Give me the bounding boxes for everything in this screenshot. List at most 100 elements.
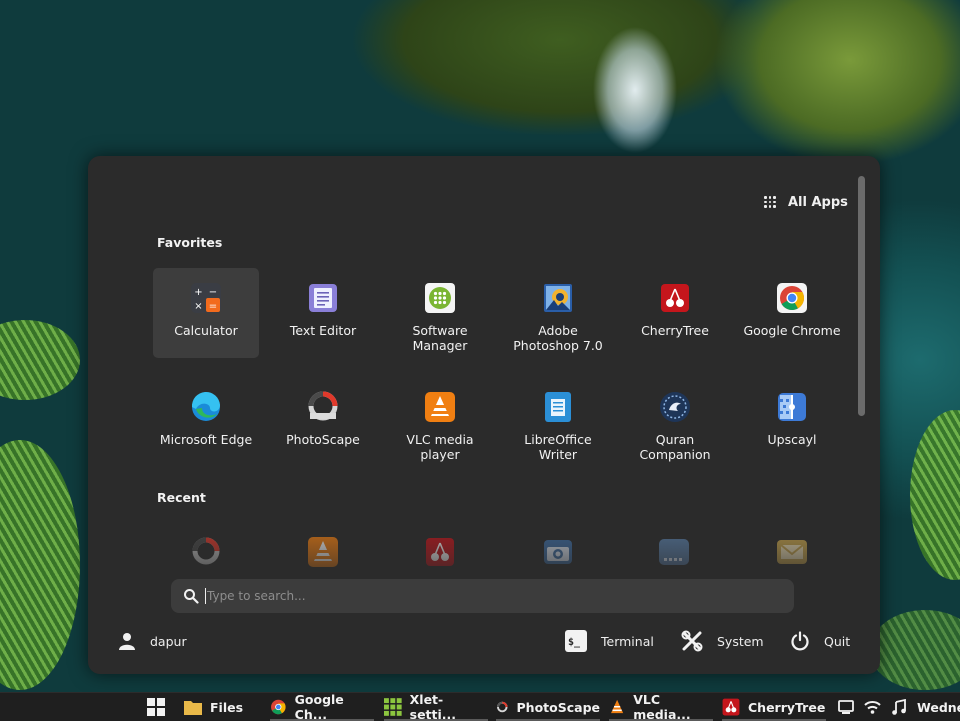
terminal-button[interactable]: $_ Terminal: [565, 628, 654, 654]
xlet-settings-icon: [384, 698, 402, 716]
tools-icon: [681, 630, 703, 652]
app-label: VLC media player: [406, 432, 474, 462]
quran-companion-icon: [660, 392, 690, 422]
app-label: Text Editor: [289, 323, 357, 338]
cherrytree-icon: [722, 698, 740, 716]
app-label: Calculator: [174, 323, 238, 338]
vlc-icon: [611, 699, 624, 714]
svg-text:=: =: [209, 301, 217, 312]
taskbar-item-label: Google Ch...: [294, 692, 344, 722]
app-label: Software Manager: [412, 323, 468, 353]
running-indicator: [609, 719, 713, 721]
taskbar-item-label: VLC media...: [633, 692, 691, 722]
photoscape-icon: [496, 701, 508, 713]
taskbar-item-label: Xlet-setti...: [409, 692, 457, 722]
grid-icon: [764, 196, 776, 208]
text-editor-icon: [309, 284, 337, 312]
fern-decoration: [870, 610, 960, 690]
fern-decoration: [910, 410, 960, 580]
system-button[interactable]: System: [681, 628, 764, 654]
app-software-manager[interactable]: Software Manager: [387, 268, 493, 358]
quit-label: Quit: [824, 633, 851, 649]
photoscape-icon[interactable]: [190, 536, 222, 568]
recent-heading: Recent: [157, 490, 206, 505]
libreoffice-writer-icon: [545, 392, 571, 422]
app-label: Quran Companion: [639, 432, 711, 462]
svg-text:+: +: [194, 287, 202, 298]
user-name: dapur: [150, 633, 187, 649]
running-indicator: [496, 719, 600, 721]
app-calculator[interactable]: + − × = Calculator: [153, 268, 259, 358]
system-label: System: [717, 633, 764, 649]
all-apps-button[interactable]: All Apps: [764, 192, 848, 212]
taskbar-item-label: PhotoScape: [516, 699, 600, 715]
app-label: Microsoft Edge: [159, 432, 253, 447]
all-apps-label: All Apps: [788, 194, 848, 210]
favorites-heading: Favorites: [157, 235, 223, 250]
vlc-icon: [425, 392, 455, 422]
tray-wifi[interactable]: [864, 697, 881, 717]
upscayl-icon: [778, 393, 806, 421]
app-microsoft-edge[interactable]: Microsoft Edge: [153, 377, 259, 467]
menu-launcher-button[interactable]: [146, 693, 166, 721]
running-indicator: [722, 719, 826, 721]
clock-label: Wedne: [917, 699, 960, 715]
app-google-chrome[interactable]: Google Chrome: [739, 268, 845, 358]
fern-decoration: [0, 320, 80, 400]
running-indicator: [270, 719, 374, 721]
music-icon: [892, 699, 906, 715]
taskbar-item-photoscape[interactable]: PhotoScape: [496, 693, 600, 721]
app-photoscape[interactable]: PhotoScape: [270, 377, 376, 467]
svg-text:$_: $_: [568, 637, 581, 648]
keyboard-icon[interactable]: [658, 536, 690, 568]
app-upscayl[interactable]: Upscayl: [739, 377, 845, 467]
quit-button[interactable]: Quit: [790, 628, 850, 654]
menu-scrollbar[interactable]: [858, 176, 865, 416]
app-label: Adobe Photoshop 7.0: [513, 323, 603, 353]
svg-text:−: −: [209, 287, 217, 298]
user-icon: [119, 633, 135, 650]
fern-decoration: [0, 440, 80, 690]
app-text-editor[interactable]: Text Editor: [270, 268, 376, 358]
tray-music[interactable]: [891, 697, 907, 717]
taskbar-item-files[interactable]: Files: [184, 693, 258, 721]
app-label: Google Chrome: [743, 323, 841, 338]
tray-display[interactable]: [838, 697, 854, 717]
folder-icon: [184, 701, 202, 715]
search-icon: [184, 589, 199, 604]
user-account[interactable]: dapur: [118, 628, 187, 654]
taskbar: Files Google Ch... Xlet-setti... PhotoSc…: [0, 692, 960, 722]
running-indicator: [384, 719, 488, 721]
app-label: Upscayl: [767, 432, 817, 447]
search-bar[interactable]: [171, 579, 794, 613]
display-icon: [838, 700, 854, 714]
search-input[interactable]: [205, 588, 769, 604]
app-libreoffice-writer[interactable]: LibreOffice Writer: [505, 377, 611, 467]
app-quran-companion[interactable]: Quran Companion: [622, 377, 728, 467]
app-vlc[interactable]: VLC media player: [387, 377, 493, 467]
svg-text:×: ×: [194, 301, 202, 312]
mail-icon[interactable]: [776, 536, 808, 568]
camera-icon[interactable]: [542, 536, 574, 568]
clock[interactable]: Wedne: [917, 693, 960, 721]
app-cherrytree[interactable]: CherryTree: [622, 268, 728, 358]
terminal-label: Terminal: [601, 633, 654, 649]
chrome-icon: [271, 699, 286, 715]
taskbar-item-cherrytree[interactable]: CherryTree: [722, 693, 826, 721]
photoshop-icon: [544, 284, 572, 312]
app-label: PhotoScape: [286, 432, 360, 447]
calculator-icon: + − × =: [191, 283, 221, 313]
wifi-icon: [864, 701, 881, 714]
windows-grid-icon: [147, 698, 165, 716]
edge-icon: [191, 391, 220, 421]
app-adobe-photoshop[interactable]: Adobe Photoshop 7.0: [505, 268, 611, 358]
taskbar-item-google-chrome[interactable]: Google Ch...: [270, 692, 374, 722]
cherrytree-icon[interactable]: [424, 536, 456, 568]
taskbar-item-vlc[interactable]: VLC media...: [609, 692, 713, 722]
chrome-icon: [777, 283, 807, 313]
terminal-icon: $_: [565, 630, 587, 652]
taskbar-item-label: CherryTree: [748, 699, 826, 715]
cherrytree-icon: [661, 284, 689, 312]
taskbar-item-xlet-settings[interactable]: Xlet-setti...: [384, 692, 488, 722]
vlc-icon[interactable]: [307, 536, 339, 568]
